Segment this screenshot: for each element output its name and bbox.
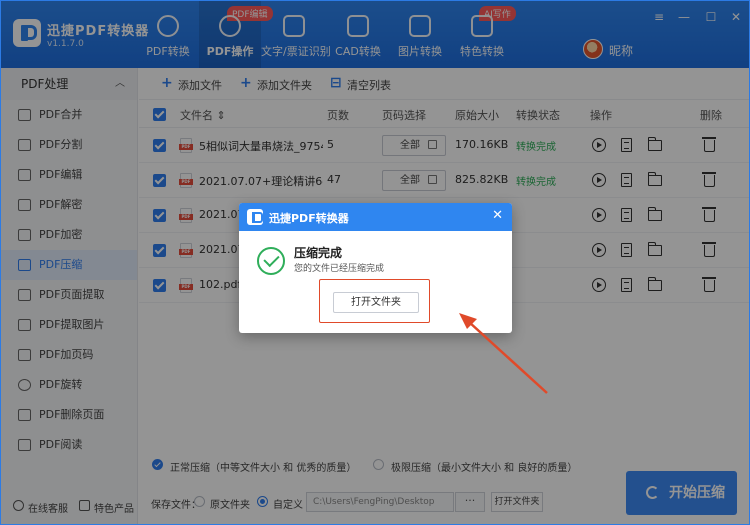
app-logo-icon: [247, 209, 263, 225]
dialog-header: 迅捷PDF转换器 ✕: [239, 203, 512, 231]
dialog-sub-message: 您的文件已经压缩完成: [294, 264, 385, 274]
app-window: 迅捷PDF转换器 v1.1.7.0 PDF转换 PDF编辑 PDF操作 文字/票…: [0, 0, 750, 525]
success-check-icon: [257, 247, 285, 275]
dialog-close-icon[interactable]: ✕: [492, 209, 503, 223]
compress-done-dialog: 迅捷PDF转换器 ✕ 压缩完成 您的文件已经压缩完成 打开文件夹: [239, 203, 512, 333]
dialog-title: 迅捷PDF转换器: [269, 212, 349, 225]
dialog-message: 压缩完成: [294, 246, 343, 260]
dialog-open-folder-button[interactable]: 打开文件夹: [333, 292, 419, 313]
